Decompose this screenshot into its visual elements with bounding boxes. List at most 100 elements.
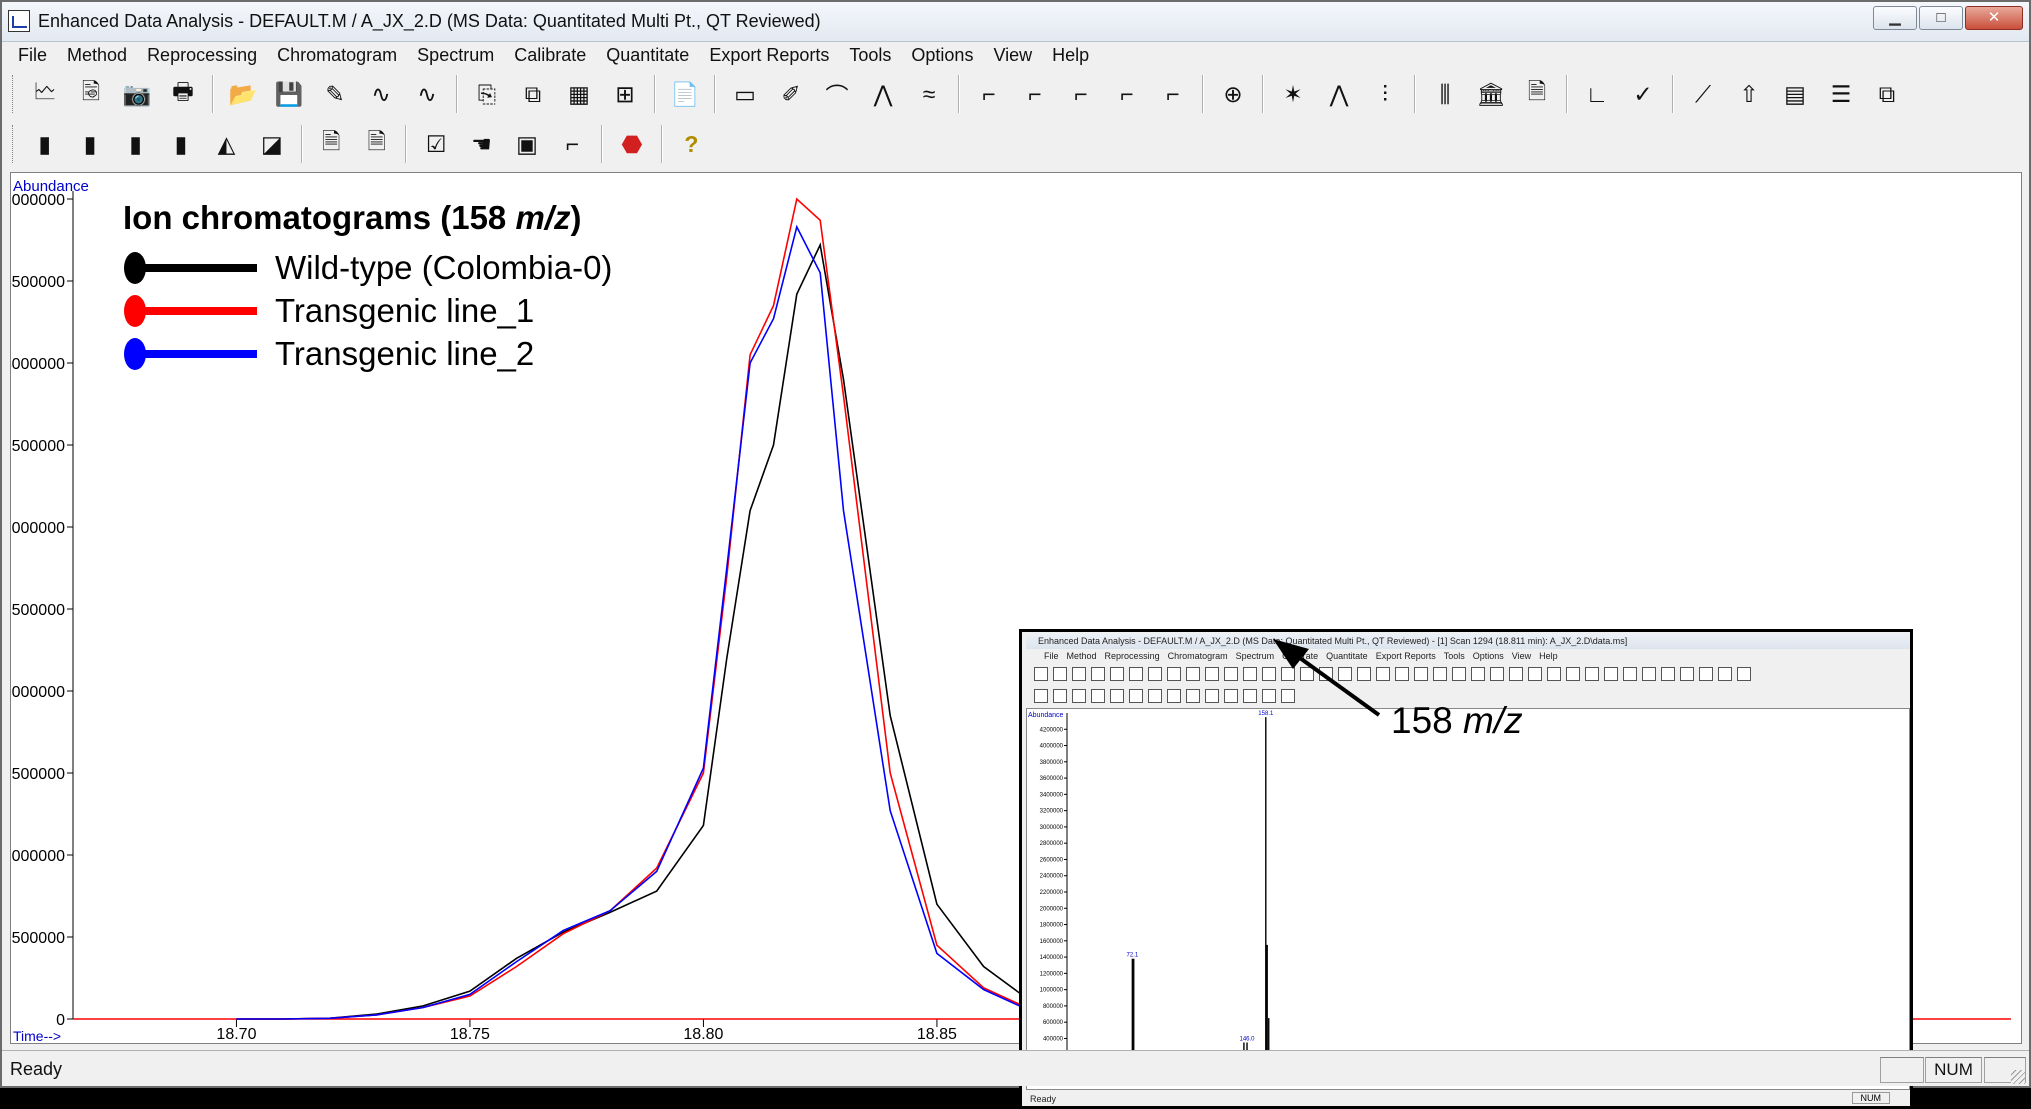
inset-zoom-icon[interactable]	[1129, 689, 1143, 703]
inset-spectrum-view-icon[interactable]	[1300, 667, 1314, 681]
star-peak-icon[interactable]: ✶	[1272, 74, 1314, 114]
edit-method-icon[interactable]: ✎	[314, 74, 356, 114]
inset-stop-icon[interactable]	[1262, 689, 1276, 703]
menu-calibrate[interactable]: Calibrate	[504, 42, 596, 68]
inset-menu-export-reports[interactable]: Export Reports	[1376, 649, 1436, 663]
inset-color-grid-icon[interactable]	[1243, 667, 1257, 681]
inset-camera-icon[interactable]	[1072, 667, 1086, 681]
inset-doc-a-icon[interactable]	[1148, 689, 1162, 703]
inset-doc-list-icon[interactable]	[1718, 667, 1732, 681]
color-grid-icon[interactable]: ▦	[558, 74, 600, 114]
tic-icon[interactable]: ▮	[24, 124, 65, 164]
integrate-1-icon[interactable]: ⌐	[968, 74, 1010, 114]
load-method-icon[interactable]: 📂	[222, 74, 264, 114]
menu-reprocessing[interactable]: Reprocessing	[137, 42, 267, 68]
inset-integrate-1-icon[interactable]	[1395, 667, 1409, 681]
inset-menu-calibrate[interactable]: Calibrate	[1282, 649, 1318, 663]
maximize-button[interactable]: □	[1919, 6, 1963, 30]
inset-integrate-4-icon[interactable]	[1452, 667, 1466, 681]
menu-options[interactable]: Options	[901, 42, 983, 68]
menu-spectrum[interactable]: Spectrum	[407, 42, 504, 68]
inset-bar-scale-icon[interactable]	[1566, 667, 1580, 681]
inset-sim-scan-icon[interactable]	[1167, 667, 1181, 681]
load-report-icon[interactable]: 🗟	[70, 74, 112, 114]
axis-icon[interactable]: ∟	[1576, 74, 1618, 114]
inset-table-icon[interactable]	[1699, 667, 1713, 681]
menu-export-reports[interactable]: Export Reports	[699, 42, 839, 68]
inset-load-method-icon[interactable]	[1110, 667, 1124, 681]
inset-menu-reprocessing[interactable]: Reprocessing	[1105, 649, 1160, 663]
doc-a-icon[interactable]: 🗎	[311, 124, 352, 164]
hand-icon[interactable]: ☚	[461, 124, 502, 164]
close-button[interactable]: ✕	[1965, 6, 2023, 30]
inset-axis-icon[interactable]	[1623, 667, 1637, 681]
inset-tic-icon[interactable]	[1034, 689, 1048, 703]
inset-remove-icon[interactable]	[1224, 689, 1238, 703]
report-icon[interactable]: 📄	[664, 74, 706, 114]
menu-quantitate[interactable]: Quantitate	[596, 42, 699, 68]
help-icon[interactable]: ?	[671, 124, 712, 164]
menu-chromatogram[interactable]: Chromatogram	[267, 42, 407, 68]
inset-up-chart-icon[interactable]	[1680, 667, 1694, 681]
spec-scan-icon[interactable]: ▮	[160, 124, 201, 164]
camera-icon[interactable]: 📷	[116, 74, 158, 114]
inset-compass-icon[interactable]	[1490, 667, 1504, 681]
integrate-3-icon[interactable]: ⌐	[1060, 74, 1102, 114]
inset-integrate-3-icon[interactable]	[1433, 667, 1447, 681]
inset-doc-b-icon[interactable]	[1167, 689, 1181, 703]
curve-icon[interactable]: ⌒	[816, 74, 858, 114]
compass-icon[interactable]: ⊕	[1212, 74, 1254, 114]
doc-list-icon[interactable]: ☰	[1820, 74, 1862, 114]
sim-icon[interactable]: ∿	[406, 74, 448, 114]
integrate-4-icon[interactable]: ⌐	[1106, 74, 1148, 114]
ab-compare-icon[interactable]: ☑	[415, 124, 456, 164]
stop-icon[interactable]: ⬣	[611, 124, 652, 164]
toolbar-grip[interactable]	[12, 75, 16, 113]
zoom-icon[interactable]: ◪	[251, 124, 292, 164]
inset-ab-compare-icon[interactable]	[1186, 689, 1200, 703]
inset-star-peak-icon[interactable]	[1509, 667, 1523, 681]
inset-report-icon[interactable]	[1281, 667, 1295, 681]
library-doc-icon[interactable]: 🗎	[1516, 74, 1558, 114]
inset-axis-check-icon[interactable]	[1642, 667, 1656, 681]
inset-eic-icon[interactable]	[1053, 689, 1067, 703]
sim-scan-icon[interactable]: ∿	[360, 74, 402, 114]
print-icon[interactable]: 🖶	[162, 74, 204, 114]
edit-spectrum-icon[interactable]: ✐	[770, 74, 812, 114]
save-method-icon[interactable]: 💾	[268, 74, 310, 114]
peak-icon[interactable]: ⋀	[862, 74, 904, 114]
bar-scale-icon[interactable]: ⫼	[1424, 74, 1466, 114]
inset-load-report-icon[interactable]	[1053, 667, 1067, 681]
inset-menu-spectrum[interactable]: Spectrum	[1236, 649, 1275, 663]
inset-peak-pair-icon[interactable]	[1528, 667, 1542, 681]
inset-mz-icon[interactable]	[1072, 689, 1086, 703]
spectrum-view-icon[interactable]: ▭	[724, 74, 766, 114]
table-icon[interactable]: ▤	[1774, 74, 1816, 114]
inset-save-method-icon[interactable]	[1129, 667, 1143, 681]
minimize-button[interactable]: ▁	[1873, 6, 1917, 30]
inset-curve-icon[interactable]	[1338, 667, 1352, 681]
inset-signal-icon[interactable]	[1376, 667, 1390, 681]
inset-copy-icon[interactable]	[1205, 667, 1219, 681]
menu-file[interactable]: File	[8, 42, 57, 68]
inset-edit-spectrum-icon[interactable]	[1319, 667, 1333, 681]
inset-sim-icon[interactable]	[1186, 667, 1200, 681]
inset-edit-method-icon[interactable]	[1148, 667, 1162, 681]
mz-icon[interactable]: ▮	[115, 124, 156, 164]
axis-scale-icon[interactable]: ⫶	[1364, 74, 1406, 114]
inset-axis-scale-icon[interactable]	[1547, 667, 1561, 681]
inset-help-icon[interactable]	[1281, 689, 1295, 703]
inset-integrate-2-icon[interactable]	[1414, 667, 1428, 681]
doc-b-icon[interactable]: 🗎	[356, 124, 397, 164]
remove-icon[interactable]: ▣	[506, 124, 547, 164]
inset-subtract-icon[interactable]	[1110, 689, 1124, 703]
inset-print-icon[interactable]	[1091, 667, 1105, 681]
subtract-icon[interactable]: ◭	[206, 124, 247, 164]
baseline-icon[interactable]: ⌐	[552, 124, 593, 164]
integrate-2-icon[interactable]: ⌐	[1014, 74, 1056, 114]
calibration-icon[interactable]: ⟋	[1682, 74, 1724, 114]
size-grip[interactable]	[2011, 1070, 2025, 1084]
inset-menu-method[interactable]: Method	[1067, 649, 1097, 663]
title-bar[interactable]: Enhanced Data Analysis - DEFAULT.M / A_J…	[2, 2, 2029, 42]
chromatogram-plot[interactable]: Abundance Time-->0 500000 1000000 1500000 200…	[10, 172, 2022, 1109]
